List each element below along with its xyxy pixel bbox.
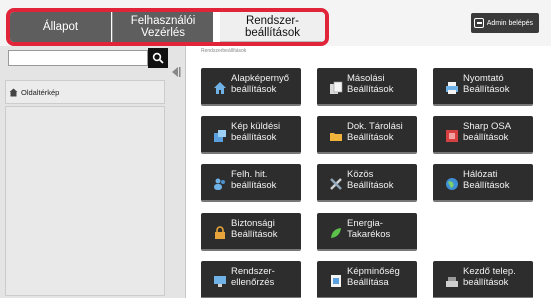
tile-label: Sharp OSA beállítások <box>463 121 512 143</box>
tab-system-settings-label: Rendszer- beállítások <box>245 14 300 39</box>
tile-initial-setup-settings[interactable]: Kezdő telep. beállítások <box>433 261 533 298</box>
setup-icon <box>446 277 458 287</box>
sidebar: Oldaltérkép <box>0 46 186 298</box>
tile-document-filing-settings[interactable]: Dok. Tárolási Beállítások <box>317 116 417 154</box>
tile-printer-settings[interactable]: Nyomtató Beállítások <box>433 68 533 106</box>
printer-icon <box>446 82 458 94</box>
tile-network-settings[interactable]: Hálózati Beállítások <box>433 164 533 202</box>
tab-system-settings[interactable]: Rendszer- beállítások <box>220 12 325 42</box>
tile-home-screen-settings[interactable]: Alapképernyő beállítások <box>201 68 301 106</box>
monitor-icon <box>214 276 226 287</box>
collapse-left-icon <box>172 67 181 77</box>
breadcrumb: Rendszerbeállítások <box>201 48 247 54</box>
admin-login-label: Admin belépés <box>486 19 533 27</box>
tile-label: Kezdő telep. beállítások <box>463 266 516 288</box>
image-send-icon <box>214 130 226 142</box>
sitemap-icon <box>9 88 18 96</box>
tab-status-label: Állapot <box>42 21 79 33</box>
image-quality-icon <box>331 275 341 287</box>
search-icon <box>152 52 164 64</box>
admin-login-button[interactable]: Admin belépés <box>470 13 539 33</box>
tile-common-settings[interactable]: Közös Beállítások <box>317 164 417 202</box>
tile-label: Kép küldési beállítások <box>231 121 281 143</box>
tile-image-send-settings[interactable]: Kép küldési beállítások <box>201 116 301 154</box>
collapse-sidebar-button[interactable] <box>170 64 182 80</box>
tab-status[interactable]: Állapot <box>10 12 111 42</box>
tile-label: Energia- Takarékos <box>347 218 391 240</box>
tools-icon <box>330 178 342 190</box>
tile-label: Közös Beállítások <box>347 169 394 191</box>
home-icon <box>214 82 226 94</box>
tile-label: Rendszer- ellenőrzés <box>231 266 275 288</box>
globe-icon <box>446 178 458 190</box>
leaf-icon <box>331 228 341 238</box>
tile-energy-save[interactable]: Energia- Takarékos <box>317 213 417 251</box>
tile-user-auth-settings[interactable]: Felh. hit. beállítások <box>201 164 301 202</box>
login-icon <box>473 18 484 28</box>
sidebar-panel <box>5 106 165 296</box>
tab-user-control-label: Felhasználói Vezérlés <box>130 15 196 39</box>
tab-bar: Állapot Felhasználói Vezérlés Rendszer- … <box>6 8 329 46</box>
tile-label: Hálózati Beállítások <box>463 169 510 191</box>
tile-system-check[interactable]: Rendszer- ellenőrzés <box>201 261 301 298</box>
folder-icon <box>330 133 342 141</box>
search-button[interactable] <box>148 48 168 68</box>
lock-icon <box>215 226 225 239</box>
sitemap-link[interactable]: Oldaltérkép <box>5 80 165 104</box>
tile-label: Másolási Beállítások <box>347 73 394 95</box>
copy-icon <box>330 81 343 94</box>
tile-label: Nyomtató Beállítások <box>463 73 510 95</box>
tile-label: Felh. hit. beállítások <box>231 169 277 191</box>
search-input[interactable] <box>8 50 148 66</box>
sitemap-label: Oldaltérkép <box>21 87 60 97</box>
tile-copy-settings[interactable]: Másolási Beállítások <box>317 68 417 106</box>
tab-user-control[interactable]: Felhasználói Vezérlés <box>112 12 213 42</box>
tile-sharp-osa-settings[interactable]: Sharp OSA beállítások <box>433 116 533 154</box>
tile-label: Alapképernyő beállítások <box>231 73 290 95</box>
tile-label: Biztonsági Beállítások <box>231 218 278 240</box>
main-area: Rendszerbeállítások Alapképernyő beállít… <box>187 46 551 298</box>
tile-label: Képminőség Beállítása <box>347 266 400 288</box>
tile-security-settings[interactable]: Biztonsági Beállítások <box>201 213 301 251</box>
users-icon <box>214 178 225 190</box>
tile-image-quality-settings[interactable]: Képminőség Beállítása <box>317 261 417 298</box>
tile-label: Dok. Tárolási Beállítások <box>347 121 403 143</box>
osa-icon <box>446 130 458 142</box>
top-bar: Állapot Felhasználói Vezérlés Rendszer- … <box>0 0 551 46</box>
